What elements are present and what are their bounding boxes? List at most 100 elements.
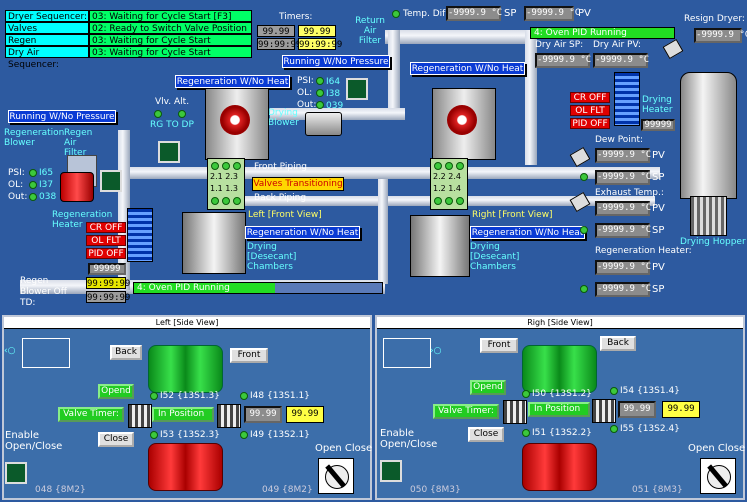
- resign-dryer-label: Resign Dryer:: [684, 14, 745, 24]
- left-chamber-bottom-unit: [182, 212, 246, 274]
- sequencer-label: Dry Air Sequencer:: [5, 46, 89, 70]
- regen-heater-value: 99999: [88, 263, 126, 275]
- left-regen-banner-bottom: Regeneration W/No Heat: [245, 226, 360, 239]
- regen-out-label: Out:: [8, 192, 28, 202]
- dry-air-pv-label: Dry Air PV:: [593, 40, 641, 50]
- left-i53-indicator: [150, 431, 158, 439]
- exhaust-indicator: [580, 226, 588, 234]
- sequencer-value: 02: Ready to Switch Valve Position: [89, 22, 252, 34]
- right-code-1: 2.2 2.4: [433, 172, 462, 181]
- regen-running-banner: Running W/No Pressure: [8, 110, 116, 123]
- left-close-button[interactable]: Close: [98, 432, 134, 447]
- regen-heater-sp[interactable]: -9999.9 °C: [595, 282, 651, 297]
- exhaust-temp-pv: -9999.9 °C: [595, 201, 651, 216]
- regen-blower-motor: [60, 172, 94, 202]
- vlv-alt-toggle[interactable]: [158, 141, 180, 163]
- right-o50-label: 050 {8M3}: [410, 485, 461, 495]
- regen-pid-off-alarm: PID OFF: [86, 248, 126, 259]
- left-back-button[interactable]: Back: [110, 345, 142, 360]
- dew-pv-unit: PV: [652, 150, 665, 161]
- oven-pid-progress-bottom: 4: Oven PID Running: [133, 282, 383, 294]
- drying-blower-psi-indicator: [316, 77, 324, 85]
- left-panel-title: Left [Side View]: [4, 317, 370, 329]
- left-valve-block: 2.1 2.3 1.1 1.3: [207, 158, 245, 210]
- left-front-button[interactable]: Front: [230, 348, 268, 363]
- vlv-alt-rg-indicator: [154, 110, 162, 118]
- left-desiccant-label: Drying [Desecant] Chambers: [247, 242, 297, 272]
- right-desiccant-label: Drying [Desecant] Chambers: [470, 242, 520, 272]
- sequencer-value: 03: Waiting for Cycle Start: [89, 34, 252, 46]
- dry-air-sp-value[interactable]: -9999.9 °C: [535, 53, 591, 68]
- left-regen-banner-top: Regeneration W/No Heat: [175, 75, 290, 88]
- right-i54-indicator: [610, 387, 618, 395]
- left-opend-button[interactable]: Opend: [98, 384, 134, 399]
- right-back-button[interactable]: Back: [600, 336, 636, 351]
- left-panel-arrow-icon: ‹○: [4, 346, 16, 356]
- left-i49-indicator: [240, 431, 248, 439]
- dew-point-pv: -9999.9 °C: [595, 148, 651, 163]
- right-i55-label: I55 {13S2.4}: [620, 424, 680, 434]
- left-top-valve-cylinder: [148, 345, 223, 393]
- drying-hopper-cone: [690, 196, 727, 236]
- drying-blower-out-value: 039: [326, 101, 344, 111]
- right-enable-toggle[interactable]: [380, 460, 402, 482]
- left-i52-label: I52 {13S1.3}: [160, 391, 220, 401]
- timer-value: 99.99: [257, 25, 295, 37]
- resign-dryer-value: -9999.9 °C: [694, 28, 747, 43]
- right-regen-banner-top: Regeneration W/No Heat: [410, 62, 525, 75]
- left-i52-indicator: [150, 392, 158, 400]
- drying-heater-value: 99999: [641, 119, 675, 131]
- right-front-button[interactable]: Front: [480, 338, 518, 353]
- right-close-button[interactable]: Close: [468, 427, 504, 442]
- right-in-position-status: In Position: [528, 402, 590, 417]
- dew-point-indicator: [580, 173, 588, 181]
- right-timer-2: 99.99: [662, 401, 700, 418]
- regen-heater-pv-unit: PV: [652, 262, 665, 273]
- regen-out-indicator: [29, 193, 37, 201]
- right-panel-title: Righ [Side View]: [377, 317, 743, 329]
- sequencer-value: 03: Waiting for Cycle Start [F3]: [89, 10, 252, 22]
- drying-cr-off-alarm: CR OFF: [570, 92, 610, 103]
- regen-psi-label: PSI:: [8, 168, 25, 178]
- regen-heater-pv: -9999.9 °C: [595, 260, 651, 275]
- drying-heater-coil: [614, 72, 640, 126]
- left-enable-toggle[interactable]: [5, 462, 27, 484]
- right-timer-1: 99.99: [618, 401, 656, 418]
- right-valve-timer-label: Valve Timer:: [433, 404, 499, 419]
- exhaust-temp-sp[interactable]: -9999.9 °C: [595, 223, 651, 238]
- regen-ol-flt-alarm: OL FLT: [86, 235, 126, 246]
- drying-blower-motor: [305, 112, 342, 136]
- right-top-valve-cylinder: [522, 345, 597, 393]
- drying-blower-toggle[interactable]: [346, 78, 368, 100]
- regen-blower-toggle[interactable]: [100, 170, 122, 192]
- regen-ol-label: OL:: [8, 180, 24, 190]
- dew-point-sp[interactable]: -9999.9 °C: [595, 170, 651, 185]
- regen-heater-temp-label: Regeneration Heater:: [595, 246, 692, 256]
- right-o51-label: 051 {8M3}: [632, 485, 683, 495]
- left-valve-actuator-2: [217, 404, 241, 428]
- drying-blower-out-indicator: [316, 101, 324, 109]
- drying-heater-label: Drying Heater: [642, 95, 673, 115]
- sp-unit: SP: [504, 8, 517, 19]
- regen-heater-coil: [127, 208, 153, 262]
- regen-heater-indicator: [580, 285, 588, 293]
- left-i49-label: I49 {13S2.1}: [250, 430, 310, 440]
- left-open-close-label: Open Close: [315, 443, 373, 454]
- dry-air-pv-value: -9999.9 °C: [593, 53, 649, 68]
- right-i54-label: I54 {13S1.4}: [620, 386, 680, 396]
- right-opend-button[interactable]: Opend: [470, 380, 506, 395]
- valves-transitioning-status: Valves Transitioning: [252, 177, 344, 191]
- exhaust-sp-unit: SP: [652, 225, 665, 236]
- regen-off-timer-1: 99:99:99: [86, 277, 131, 289]
- left-bottom-valve-cylinder: [148, 443, 223, 491]
- left-chamber-top-unit: [205, 88, 269, 160]
- drying-blower-psi-label: PSI:: [297, 76, 314, 86]
- left-front-view-label: Left [Front View]: [248, 210, 322, 220]
- right-open-close-knob[interactable]: [700, 458, 736, 494]
- temp-sp-value[interactable]: -9999.9 °C: [524, 6, 580, 21]
- sequencer-label: Valves Sequencer:: [5, 22, 89, 46]
- right-enable-label: Enable Open/Close: [380, 428, 438, 450]
- left-open-close-knob[interactable]: [318, 458, 354, 494]
- top-pipe-vertical: [388, 30, 400, 120]
- dew-point-sensor-icon: [569, 146, 591, 168]
